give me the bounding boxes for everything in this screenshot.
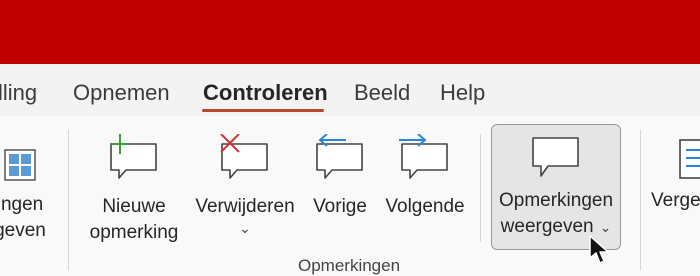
new-comment-button[interactable]: Nieuwe opmerking — [82, 130, 186, 246]
partial-left-label-2: geven — [0, 220, 46, 241]
title-bar — [0, 0, 700, 64]
chevron-down-icon[interactable]: ⌄ — [600, 219, 612, 235]
new-comment-icon — [106, 130, 162, 182]
previous-comment-label: Vorige — [313, 196, 367, 217]
delete-comment-icon — [217, 130, 273, 182]
next-comment-button[interactable]: Volgende — [378, 130, 472, 220]
tab-opnemen[interactable]: Opnemen — [73, 80, 170, 106]
mouse-cursor-icon — [588, 234, 610, 271]
new-comment-label-1: Nieuwe — [102, 196, 166, 217]
next-comment-icon — [397, 130, 453, 182]
show-comments-button[interactable]: Opmerkingen weergeven ⌄ — [491, 130, 621, 240]
tab-help[interactable]: Help — [440, 80, 485, 106]
comment-icon — [528, 130, 584, 182]
group-separator — [68, 130, 69, 270]
grid-icon — [3, 130, 37, 182]
tab-beeld[interactable]: Beeld — [354, 80, 410, 106]
group-separator — [640, 130, 641, 270]
partial-left-label-1: ingen — [0, 194, 44, 215]
delete-comment-label: Verwijderen — [195, 196, 295, 217]
show-comments-label-2: weergeven — [500, 216, 594, 237]
chevron-down-icon[interactable]: ⌄ — [239, 220, 251, 236]
previous-comment-button[interactable]: Vorige — [306, 130, 374, 220]
compare-label: Verge — [651, 190, 700, 211]
compare-icon — [648, 130, 700, 182]
active-tab-indicator — [202, 109, 324, 112]
tab-controleren[interactable]: Controleren — [203, 80, 328, 106]
next-comment-label: Volgende — [385, 196, 465, 217]
group-label-opmerkingen: Opmerkingen — [298, 256, 401, 275]
partial-left-button[interactable]: ingen geven — [0, 130, 52, 244]
tab-beveiliging[interactable]: lling — [0, 80, 37, 106]
show-comments-label-1: Opmerkingen — [498, 190, 614, 211]
new-comment-label-2: opmerking — [89, 222, 179, 243]
compare-button-partial[interactable]: Verge — [648, 130, 700, 214]
ribbon-tab-bar: lling Opnemen Controleren Beeld Help — [0, 64, 700, 116]
previous-comment-icon — [312, 130, 368, 182]
group-separator — [480, 134, 481, 242]
delete-comment-button[interactable]: Verwijderen ⌄ — [190, 130, 300, 236]
